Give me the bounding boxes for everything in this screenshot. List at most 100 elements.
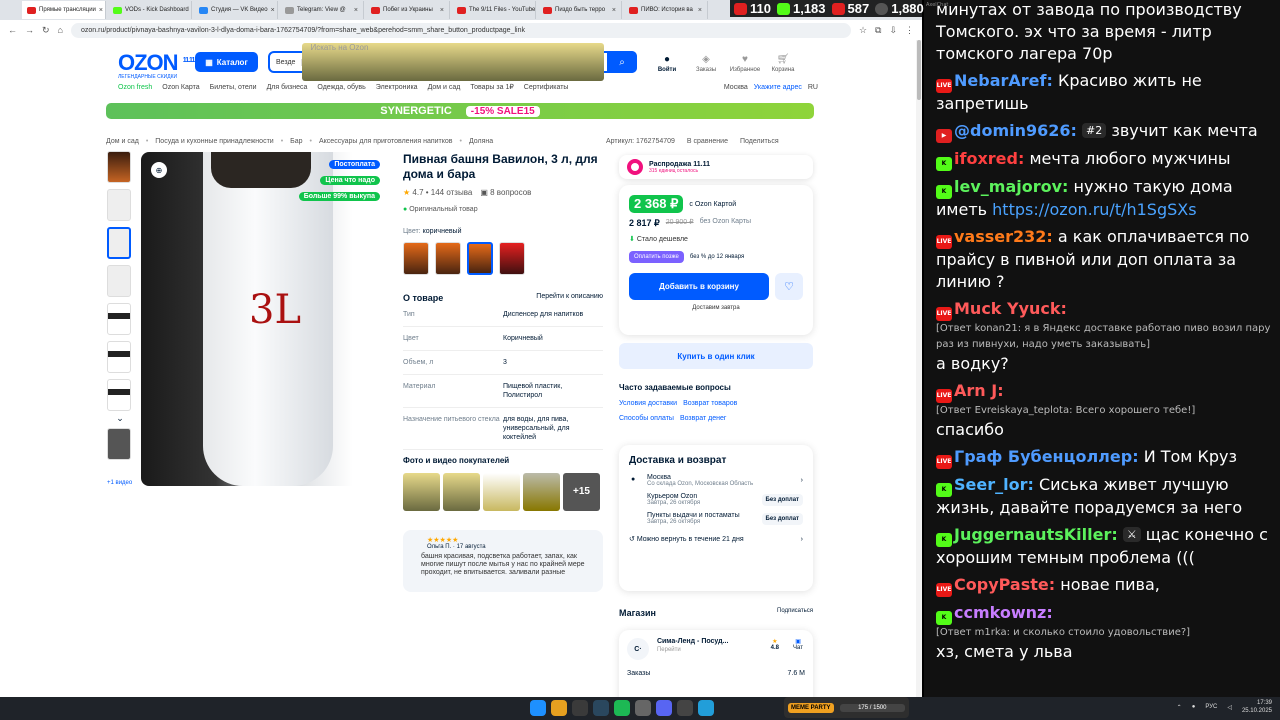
article-number[interactable]: Артикул: 1762754709 <box>606 138 675 145</box>
close-tab-icon[interactable]: × <box>354 7 358 14</box>
catalog-button[interactable]: ▦ Каталог <box>195 52 258 72</box>
shop-go-link[interactable]: Перейти <box>657 647 728 653</box>
address-link[interactable]: Укажите адрес <box>754 84 802 91</box>
share-button[interactable]: Поделиться <box>740 138 779 145</box>
thumbnail-selected[interactable] <box>107 227 131 259</box>
thumbnail[interactable] <box>107 151 131 183</box>
chat-username[interactable]: Граф Бубенцоллер: <box>954 447 1139 466</box>
back-icon[interactable]: ← <box>8 25 17 35</box>
login-button[interactable]: ● Войти <box>650 54 684 73</box>
home-icon[interactable]: ⌂ <box>58 25 63 35</box>
faq-link[interactable]: Способы оплаты <box>619 415 674 422</box>
browser-tab[interactable]: Студия — VK Видео × <box>194 1 278 19</box>
close-tab-icon[interactable]: × <box>271 7 275 14</box>
close-tab-icon[interactable]: × <box>698 7 702 14</box>
thumbnail[interactable] <box>107 265 131 297</box>
chat-username[interactable]: NebarAref: <box>954 71 1053 90</box>
breadcrumb-item[interactable]: Аксессуары для приготовления напитков <box>319 138 453 145</box>
bookmark-star-icon[interactable]: ☆ <box>859 25 867 36</box>
ozon-logo[interactable]: OZON 11.11 <box>118 50 195 76</box>
product-main-image[interactable]: 3L ⊕ Постоплата Цена что надо Больше 99%… <box>141 152 390 486</box>
subnav-item[interactable]: Одежда, обувь <box>317 84 365 91</box>
customer-photo[interactable] <box>403 473 440 511</box>
chat-username[interactable]: JuggernautsKiller: <box>954 525 1118 544</box>
chat-username[interactable]: Arn J: <box>954 381 1004 400</box>
windows-start-icon[interactable] <box>530 700 546 716</box>
color-swatch[interactable] <box>403 242 429 275</box>
one-click-button[interactable]: Купить в один клик <box>619 343 813 369</box>
menu-icon[interactable]: ⋮ <box>905 25 914 36</box>
delivery-city[interactable]: ● Москва Со склада Ozon, Московская Област… <box>629 474 803 487</box>
subnav-item[interactable]: Ozon fresh <box>118 84 152 91</box>
review-card[interactable]: ★★★★★ Ольга П. · 17 августа башня красив… <box>403 530 603 592</box>
city-label[interactable]: Москва <box>724 84 748 91</box>
language-switch[interactable]: RU <box>808 84 818 91</box>
close-tab-icon[interactable]: × <box>440 7 444 14</box>
subnav-item[interactable]: Билеты, отели <box>210 84 257 91</box>
browser-tab[interactable]: VODs - Kick Dashboard× <box>108 1 192 19</box>
browser-tab[interactable]: Прямые трансляции × <box>22 1 106 19</box>
chat-username[interactable]: lev_majorov: <box>954 177 1068 196</box>
search-input[interactable]: Искать на Ozon <box>302 43 604 81</box>
sale-banner[interactable]: Распродажа 11.11 315 единиц осталось <box>619 155 813 179</box>
chrome-icon[interactable] <box>551 700 567 716</box>
chat-username[interactable]: ifoxred: <box>954 149 1024 168</box>
add-to-cart-button[interactable]: Добавить в корзину <box>629 273 769 300</box>
message-link[interactable]: https://ozon.ru/t/h1SgSXs <box>992 200 1196 219</box>
more-photos-button[interactable]: +15 <box>563 473 600 511</box>
go-to-description-link[interactable]: Перейти к описанию <box>536 293 603 303</box>
chat-username[interactable]: CopyPaste: <box>954 575 1055 594</box>
spotify-icon[interactable] <box>614 700 630 716</box>
color-swatch[interactable] <box>499 242 525 275</box>
browser-tab[interactable]: The 9/11 Files - YouTube× <box>452 1 536 19</box>
discord-icon[interactable] <box>656 700 672 716</box>
steam-icon[interactable] <box>593 700 609 716</box>
subscribe-button[interactable]: Подписаться <box>777 608 813 618</box>
more-video-link[interactable]: +1 видео <box>107 480 132 486</box>
breadcrumb-item[interactable]: Доляна <box>469 138 493 145</box>
color-swatch[interactable] <box>435 242 461 275</box>
customer-photo[interactable] <box>523 473 560 511</box>
subnav-item[interactable]: Товары за 1₽ <box>470 83 513 91</box>
close-tab-icon[interactable]: × <box>99 7 103 14</box>
page-scrollbar[interactable] <box>916 40 922 697</box>
favorites-button[interactable]: ♥ Избранное <box>728 54 762 73</box>
thumbnail[interactable] <box>107 379 131 411</box>
thumbnail[interactable] <box>107 189 131 221</box>
color-swatch-selected[interactable] <box>467 242 493 275</box>
customer-photo[interactable] <box>483 473 520 511</box>
browser-tab[interactable]: Побег из Украины × <box>366 1 450 19</box>
close-tab-icon[interactable]: × <box>612 7 616 14</box>
browser-tab[interactable]: Telegram: View @ × <box>280 1 364 19</box>
faq-link[interactable]: Условия доставки <box>619 400 677 407</box>
subnav-item[interactable]: Сертификаты <box>524 84 569 91</box>
obs-icon[interactable] <box>635 700 651 716</box>
delivery-option[interactable]: Курьером Ozon Завтра, 26 октября Без допла… <box>629 493 803 506</box>
extensions-icon[interactable]: ⧉ <box>875 25 881 36</box>
subnav-item[interactable]: Дом и сад <box>428 84 461 91</box>
downloads-icon[interactable]: ⇩ <box>889 25 897 36</box>
compare-button[interactable]: В сравнение <box>687 138 728 145</box>
chat-username[interactable]: ccmkownz: <box>954 603 1053 622</box>
search-button[interactable]: ⌕ <box>607 51 637 73</box>
cart-button[interactable]: 🛒︎ Корзина <box>766 54 800 73</box>
subnav-item[interactable]: Для бизнеса <box>267 84 308 91</box>
subnav-item[interactable]: Ozon Карта <box>162 84 199 91</box>
subnav-item[interactable]: Электроника <box>376 84 418 91</box>
browser-tab[interactable]: ПИВО: История ва × <box>624 1 708 19</box>
tray-chevron-icon[interactable]: ⌃ <box>1177 704 1182 711</box>
microphone-icon[interactable]: ● <box>1192 704 1196 710</box>
orders-button[interactable]: ◈ Заказы <box>689 54 723 73</box>
customer-photo[interactable] <box>443 473 480 511</box>
thumbnail[interactable] <box>107 341 131 373</box>
folder-icon[interactable] <box>572 700 588 716</box>
forward-icon[interactable]: → <box>25 25 34 35</box>
browser-tab[interactable]: Пиздо быть терро × <box>538 1 622 19</box>
rating-link[interactable]: ★ 4.7 • 144 отзыва <box>403 188 472 197</box>
questions-link[interactable]: ▣ 8 вопросов <box>480 188 531 197</box>
breadcrumb-item[interactable]: Посуда и кухонные принадлежности <box>155 138 273 145</box>
chevron-down-icon[interactable]: ⌄ <box>107 413 133 424</box>
chat-username[interactable]: Seer_lor: <box>954 475 1034 494</box>
chat-username[interactable]: vasser232: <box>954 227 1053 246</box>
zoom-icon[interactable]: ⊕ <box>151 162 167 178</box>
